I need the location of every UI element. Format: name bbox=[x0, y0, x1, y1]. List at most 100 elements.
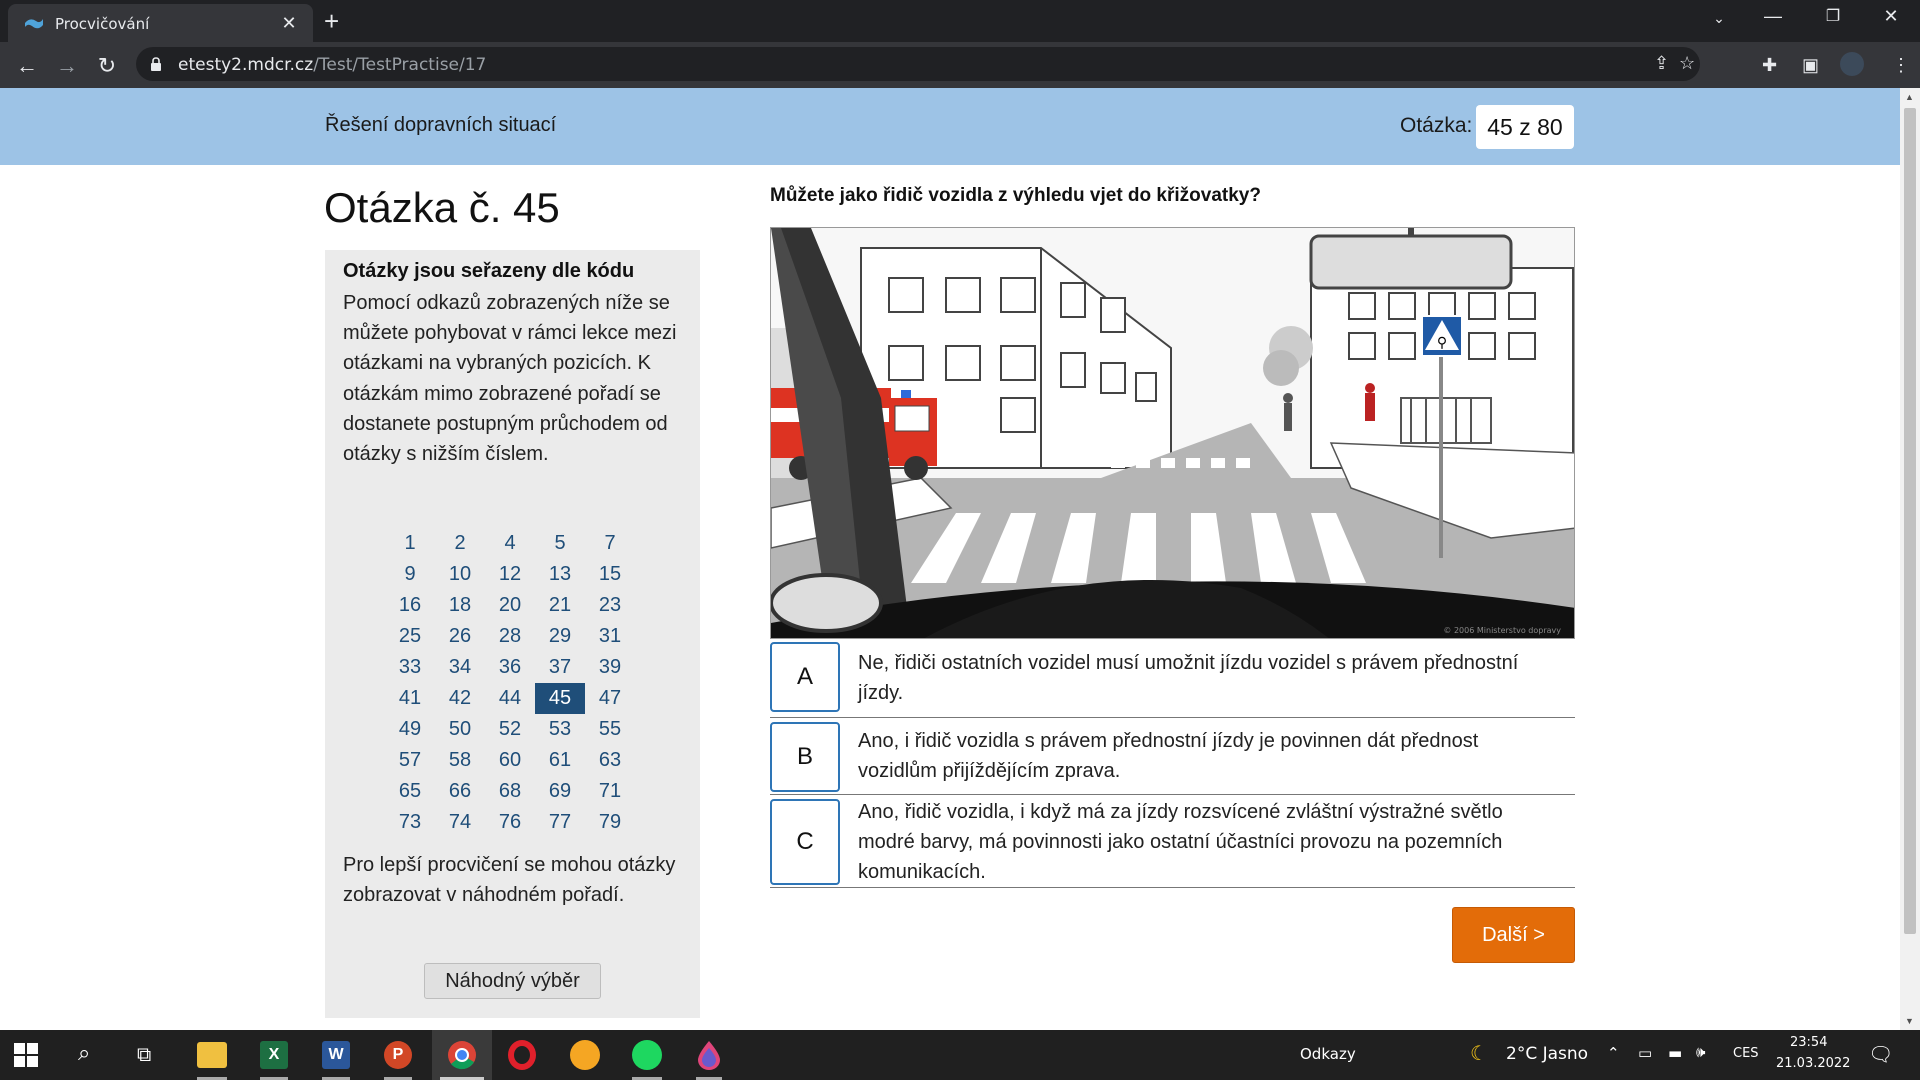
answer-letter-b[interactable]: B bbox=[770, 722, 840, 792]
question-link-63[interactable]: 63 bbox=[585, 745, 635, 776]
question-link-66[interactable]: 66 bbox=[435, 776, 485, 807]
question-link-4[interactable]: 4 bbox=[485, 528, 535, 559]
question-link-60[interactable]: 60 bbox=[485, 745, 535, 776]
battery-icon[interactable]: ▬ bbox=[1668, 1044, 1682, 1062]
question-link-74[interactable]: 74 bbox=[435, 807, 485, 838]
question-link-77[interactable]: 77 bbox=[535, 807, 585, 838]
file-explorer-icon[interactable] bbox=[197, 1042, 227, 1068]
minimize-icon[interactable]: — bbox=[1758, 6, 1788, 27]
drop-app-icon[interactable] bbox=[696, 1040, 722, 1070]
question-link-76[interactable]: 76 bbox=[485, 807, 535, 838]
opera-icon[interactable] bbox=[508, 1040, 536, 1070]
language-indicator[interactable]: CES bbox=[1733, 1046, 1759, 1061]
extensions-icon[interactable]: ✚ bbox=[1762, 55, 1777, 76]
answer-option-c[interactable]: C Ano, řidič vozidla, i když má za jízdy… bbox=[770, 795, 1575, 888]
share-icon[interactable]: ⇪ bbox=[1654, 53, 1669, 74]
answer-option-b[interactable]: B Ano, i řidič vozidla s právem přednost… bbox=[770, 718, 1575, 795]
question-link-42[interactable]: 42 bbox=[435, 683, 485, 714]
question-link-36[interactable]: 36 bbox=[485, 652, 535, 683]
page-scrollbar[interactable]: ▲ ▼ bbox=[1900, 88, 1920, 1030]
question-link-37[interactable]: 37 bbox=[535, 652, 585, 683]
side-panel-icon[interactable]: ▣ bbox=[1802, 55, 1819, 76]
question-link-7[interactable]: 7 bbox=[585, 528, 635, 559]
close-tab-icon[interactable]: ✕ bbox=[277, 11, 301, 35]
task-view-icon[interactable]: ⧉ bbox=[137, 1042, 151, 1066]
tab-search-icon[interactable]: ⌄ bbox=[1704, 10, 1734, 27]
tray-chevron-icon[interactable]: ⌃ bbox=[1607, 1044, 1620, 1062]
reload-icon[interactable]: ↻ bbox=[92, 52, 122, 80]
volume-icon[interactable]: 🕪 bbox=[1696, 1043, 1705, 1061]
forward-icon[interactable]: → bbox=[52, 52, 82, 80]
question-link-69[interactable]: 69 bbox=[535, 776, 585, 807]
question-link-47[interactable]: 47 bbox=[585, 683, 635, 714]
profile-avatar[interactable] bbox=[1840, 52, 1864, 76]
clock-time[interactable]: 23:54 bbox=[1790, 1035, 1827, 1050]
close-window-icon[interactable]: ✕ bbox=[1876, 6, 1906, 27]
search-icon[interactable]: ⌕ bbox=[78, 1041, 90, 1066]
question-link-73[interactable]: 73 bbox=[385, 807, 435, 838]
question-link-33[interactable]: 33 bbox=[385, 652, 435, 683]
question-link-26[interactable]: 26 bbox=[435, 621, 485, 652]
question-link-45[interactable]: 45 bbox=[535, 683, 585, 714]
question-link-34[interactable]: 34 bbox=[435, 652, 485, 683]
scroll-down-icon[interactable]: ▼ bbox=[1905, 1016, 1914, 1026]
vpn-app-icon[interactable] bbox=[570, 1040, 600, 1070]
question-link-79[interactable]: 79 bbox=[585, 807, 635, 838]
back-icon[interactable]: ← bbox=[12, 52, 42, 80]
question-link-71[interactable]: 71 bbox=[585, 776, 635, 807]
weather-text[interactable]: 2°C Jasno bbox=[1506, 1044, 1588, 1064]
spotify-icon[interactable] bbox=[632, 1040, 662, 1070]
scroll-thumb[interactable] bbox=[1904, 108, 1916, 934]
question-link-25[interactable]: 25 bbox=[385, 621, 435, 652]
question-link-18[interactable]: 18 bbox=[435, 590, 485, 621]
bookmark-star-icon[interactable]: ☆ bbox=[1679, 53, 1695, 74]
chrome-icon[interactable] bbox=[447, 1040, 477, 1070]
word-icon[interactable]: W bbox=[322, 1041, 350, 1069]
question-link-13[interactable]: 13 bbox=[535, 559, 585, 590]
clock-date[interactable]: 21.03.2022 bbox=[1776, 1056, 1850, 1071]
address-bar[interactable]: etesty2.mdcr.cz/Test/TestPractise/17 ⇪ ☆ bbox=[136, 47, 1700, 81]
excel-icon[interactable]: X bbox=[260, 1041, 288, 1069]
taskbar-links[interactable]: Odkazy bbox=[1300, 1045, 1356, 1063]
question-link-5[interactable]: 5 bbox=[535, 528, 585, 559]
question-link-53[interactable]: 53 bbox=[535, 714, 585, 745]
question-link-16[interactable]: 16 bbox=[385, 590, 435, 621]
question-link-41[interactable]: 41 bbox=[385, 683, 435, 714]
question-link-52[interactable]: 52 bbox=[485, 714, 535, 745]
question-link-20[interactable]: 20 bbox=[485, 590, 535, 621]
question-link-68[interactable]: 68 bbox=[485, 776, 535, 807]
question-link-65[interactable]: 65 bbox=[385, 776, 435, 807]
answer-letter-a[interactable]: A bbox=[770, 642, 840, 712]
network-icon[interactable]: ▭ bbox=[1638, 1044, 1652, 1062]
restore-icon[interactable]: ❐ bbox=[1818, 6, 1848, 26]
menu-icon[interactable]: ⋮ bbox=[1892, 55, 1910, 76]
question-link-21[interactable]: 21 bbox=[535, 590, 585, 621]
question-link-58[interactable]: 58 bbox=[435, 745, 485, 776]
question-link-29[interactable]: 29 bbox=[535, 621, 585, 652]
random-selection-button[interactable]: Náhodný výběr bbox=[424, 963, 601, 999]
question-link-57[interactable]: 57 bbox=[385, 745, 435, 776]
question-link-15[interactable]: 15 bbox=[585, 559, 635, 590]
question-link-50[interactable]: 50 bbox=[435, 714, 485, 745]
answer-option-a[interactable]: A Ne, řidiči ostatních vozidel musí umož… bbox=[770, 642, 1575, 718]
question-link-44[interactable]: 44 bbox=[485, 683, 535, 714]
scroll-up-icon[interactable]: ▲ bbox=[1905, 92, 1914, 102]
browser-tab[interactable]: Procvičování ✕ bbox=[8, 4, 313, 42]
question-link-23[interactable]: 23 bbox=[585, 590, 635, 621]
question-link-10[interactable]: 10 bbox=[435, 559, 485, 590]
question-link-2[interactable]: 2 bbox=[435, 528, 485, 559]
windows-start-icon[interactable] bbox=[14, 1043, 38, 1067]
question-link-61[interactable]: 61 bbox=[535, 745, 585, 776]
powerpoint-icon[interactable]: P bbox=[384, 1041, 412, 1069]
question-link-55[interactable]: 55 bbox=[585, 714, 635, 745]
question-link-12[interactable]: 12 bbox=[485, 559, 535, 590]
answer-letter-c[interactable]: C bbox=[770, 799, 840, 885]
question-link-28[interactable]: 28 bbox=[485, 621, 535, 652]
question-link-31[interactable]: 31 bbox=[585, 621, 635, 652]
next-button[interactable]: Další > bbox=[1452, 907, 1575, 963]
question-link-39[interactable]: 39 bbox=[585, 652, 635, 683]
new-tab-icon[interactable]: + bbox=[324, 8, 339, 34]
question-link-9[interactable]: 9 bbox=[385, 559, 435, 590]
question-link-49[interactable]: 49 bbox=[385, 714, 435, 745]
question-link-1[interactable]: 1 bbox=[385, 528, 435, 559]
